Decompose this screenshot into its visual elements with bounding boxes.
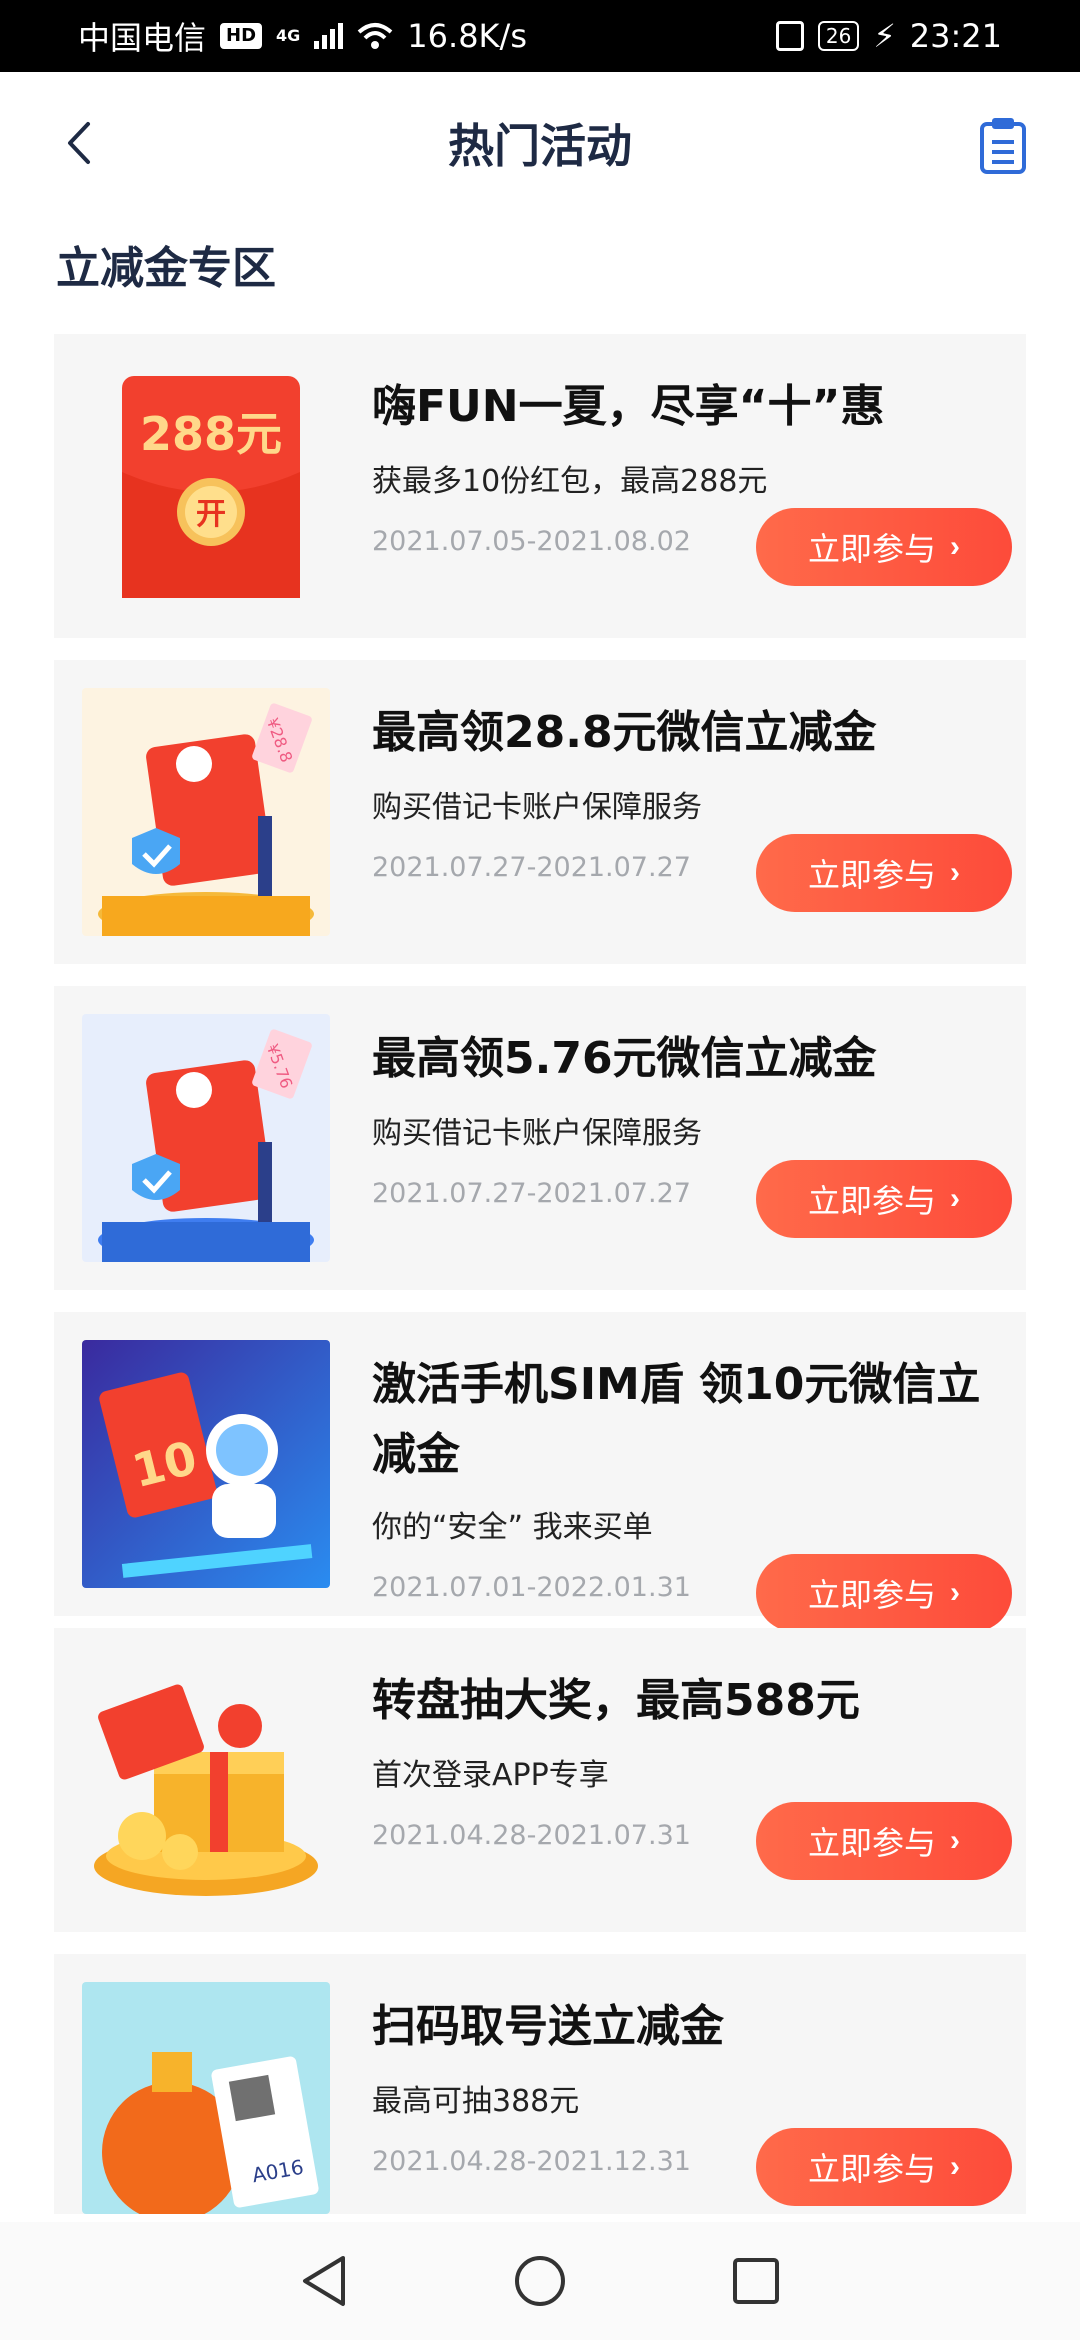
join-button[interactable]: 立即参与 › — [756, 1160, 1012, 1238]
join-button-label: 立即参与 — [807, 1825, 936, 1861]
battery-level: 26 — [817, 21, 860, 51]
header-bar: 热门活动 — [0, 72, 1080, 214]
chevron-right-icon: › — [950, 2150, 960, 2183]
nav-back-button[interactable] — [294, 2251, 354, 2311]
activity-description: 获最多10份红包，最高288元 — [372, 464, 768, 499]
activity-card[interactable]: 10 激活手机SIM盾 领10元微信立减金 你的“安全” 我来买单 2021.0… — [54, 1312, 1026, 1632]
red-envelope-shield-image: ¥28.8 — [82, 688, 330, 936]
activity-date: 2021.07.27-2021.07.27 — [372, 1178, 691, 1209]
activity-description: 购买借记卡账户保障服务 — [372, 790, 702, 825]
activity-title: 激活手机SIM盾 领10元微信立减金 — [372, 1359, 981, 1480]
activity-date: 2021.07.01-2022.01.31 — [372, 1572, 691, 1603]
section-title: 立减金专区 — [56, 243, 276, 294]
gift-box-coins-image — [82, 1656, 330, 1904]
activity-card[interactable]: 转盘抽大奖，最高588元 首次登录APP专享 2021.04.28-2021.0… — [54, 1628, 1026, 1932]
nav-home-button[interactable] — [510, 2251, 570, 2311]
thumb-sub-text: 开 — [196, 497, 226, 532]
join-button-label: 立即参与 — [807, 531, 936, 567]
vibrate-icon — [775, 21, 804, 51]
hd-badge: HD — [220, 23, 263, 49]
chevron-right-icon: › — [950, 1576, 960, 1609]
status-bar: 中国电信 HD 4G 16.8K/s 26 ⚡ 23:21 — [0, 0, 1080, 72]
chevron-left-icon — [68, 122, 90, 164]
join-button[interactable]: 立即参与 › — [756, 1554, 1012, 1632]
activity-card[interactable]: ¥5.76 最高领5.76元微信立减金 购买借记卡账户保障服务 2021.07.… — [54, 986, 1026, 1290]
activity-title: 扫码取号送立减金 — [372, 2001, 724, 2052]
network-badge: 4G — [276, 26, 301, 45]
red-envelope-shield-image: ¥5.76 — [82, 1014, 330, 1262]
sim-shield-robot-image: 10 — [82, 1340, 330, 1588]
activity-title: 最高领5.76元微信立减金 — [372, 1033, 877, 1084]
join-button[interactable]: 立即参与 › — [756, 834, 1012, 912]
activity-description: 最高可抽388元 — [372, 2084, 580, 2119]
chevron-right-icon: › — [950, 1824, 960, 1857]
system-nav-bar — [0, 2222, 1080, 2340]
join-button-label: 立即参与 — [807, 1183, 936, 1219]
join-button-label: 立即参与 — [807, 857, 936, 893]
activity-card[interactable]: ¥28.8 最高领28.8元微信立减金 购买借记卡账户保障服务 2021.07.… — [54, 660, 1026, 964]
activity-title: 转盘抽大奖，最高588元 — [372, 1675, 860, 1726]
thumb-amount-text: 288元 — [140, 407, 282, 461]
activity-description: 你的“安全” 我来买单 — [372, 1510, 653, 1545]
page-title: 热门活动 — [448, 119, 632, 173]
activity-card[interactable]: A016 扫码取号送立减金 最高可抽388元 2021.04.28-2021.1… — [54, 1954, 1026, 2214]
back-button[interactable] — [56, 118, 106, 168]
red-envelope-image: 开 288元 — [82, 362, 330, 610]
join-button-label: 立即参与 — [807, 1577, 936, 1613]
join-button[interactable]: 立即参与 › — [756, 508, 1012, 586]
join-button[interactable]: 立即参与 › — [756, 2128, 1012, 2206]
join-button-label: 立即参与 — [807, 2151, 936, 2187]
records-button[interactable] — [976, 116, 1030, 174]
join-button[interactable]: 立即参与 › — [756, 1802, 1012, 1880]
scan-queue-ticket-image: A016 — [82, 1982, 330, 2214]
wifi-icon — [357, 23, 393, 49]
activity-date: 2021.07.27-2021.07.27 — [372, 852, 691, 883]
square-recents-icon — [733, 2258, 779, 2304]
charging-icon: ⚡ — [873, 17, 896, 55]
activity-date: 2021.07.05-2021.08.02 — [372, 526, 691, 557]
chevron-right-icon: › — [950, 1182, 960, 1215]
triangle-back-icon — [303, 2256, 345, 2306]
network-speed: 16.8K/s — [407, 17, 527, 55]
signal-icon — [314, 23, 344, 49]
chevron-right-icon: › — [950, 856, 960, 889]
activity-date: 2021.04.28-2021.07.31 — [372, 1820, 691, 1851]
carrier-label: 中国电信 — [78, 19, 207, 57]
clipboard-icon — [980, 118, 1026, 174]
activity-date: 2021.04.28-2021.12.31 — [372, 2146, 691, 2177]
chevron-right-icon: › — [950, 530, 960, 563]
circle-home-icon — [515, 2256, 565, 2306]
activity-card[interactable]: 开 288元 嗨FUN一夏，尽享“十”惠 获最多10份红包，最高288元 202… — [54, 334, 1026, 638]
activity-list: 开 288元 嗨FUN一夏，尽享“十”惠 获最多10份红包，最高288元 202… — [54, 334, 1026, 2236]
activity-description: 首次登录APP专享 — [372, 1758, 609, 1793]
activity-title: 最高领28.8元微信立减金 — [372, 707, 877, 758]
nav-recents-button[interactable] — [726, 2251, 786, 2311]
activity-description: 购买借记卡账户保障服务 — [372, 1116, 702, 1151]
activity-title: 嗨FUN一夏，尽享“十”惠 — [372, 381, 885, 432]
clock-time: 23:21 — [909, 17, 1002, 55]
